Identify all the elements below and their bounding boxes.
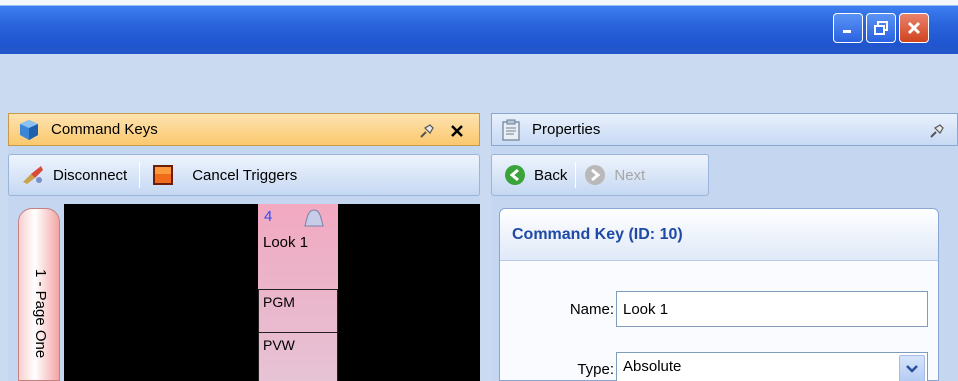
- pin-button[interactable]: [927, 121, 947, 141]
- command-keys-header[interactable]: Command Keys: [8, 113, 480, 146]
- command-key-label: Look 1: [263, 234, 309, 251]
- next-button[interactable]: Next: [580, 160, 649, 190]
- back-arrow-icon: [505, 165, 525, 185]
- toolbar-separator: [575, 162, 577, 188]
- command-keys-toolbar: Disconnect Cancel Triggers: [8, 154, 480, 196]
- disconnect-label: Disconnect: [53, 166, 128, 184]
- page-tab-page-one[interactable]: 1 - Page One: [18, 208, 60, 381]
- next-arrow-icon: [585, 165, 606, 185]
- name-field[interactable]: [616, 291, 928, 327]
- name-label: Name:: [569, 300, 614, 318]
- disconnect-icon: [23, 166, 43, 184]
- clipboard-icon: [502, 119, 520, 141]
- type-field-row: Type: Absolute: [500, 351, 928, 381]
- toolbar-separator: [139, 162, 141, 188]
- name-field-row: Name:: [500, 291, 928, 327]
- restore-icon: [874, 21, 888, 35]
- cube-icon: [20, 119, 38, 140]
- close-panel-button[interactable]: [447, 121, 467, 141]
- command-key-sub-item[interactable]: PVW: [258, 332, 338, 381]
- command-keys-panel: Command Keys Disconnect Cancel Triggers …: [8, 113, 480, 381]
- page-tab-label: 1 - Page One: [32, 269, 49, 359]
- command-key-look-1[interactable]: 4 Look 1 PGM PVW: [258, 204, 338, 381]
- command-key-sub-label: PGM: [263, 294, 295, 310]
- close-icon: [907, 21, 921, 35]
- bell-icon: [304, 209, 324, 227]
- command-key-sub-item[interactable]: PGM: [258, 289, 338, 333]
- close-window-button[interactable]: [899, 13, 929, 43]
- disconnect-button[interactable]: Disconnect: [17, 160, 131, 190]
- cancel-triggers-label: Cancel Triggers: [192, 166, 298, 184]
- command-key-number: 4: [264, 208, 273, 225]
- properties-toolbar: Back Next: [491, 154, 709, 196]
- back-label: Back: [534, 166, 568, 184]
- dropdown-button[interactable]: [899, 355, 925, 381]
- minimize-button[interactable]: [833, 13, 863, 43]
- close-icon: [451, 125, 463, 137]
- type-value: Absolute: [623, 358, 682, 375]
- command-key-sub-label: PVW: [263, 337, 295, 353]
- back-button[interactable]: Back: [500, 160, 571, 190]
- section-title: Command Key (ID: 10): [500, 209, 938, 261]
- command-keys-title: Command Keys: [51, 121, 158, 138]
- properties-title: Properties: [532, 121, 601, 138]
- next-label: Next: [614, 166, 646, 184]
- restore-button[interactable]: [866, 13, 896, 43]
- window-titlebar[interactable]: [0, 0, 958, 54]
- cancel-triggers-button[interactable]: Cancel Triggers: [148, 160, 301, 190]
- properties-header[interactable]: Properties: [491, 113, 958, 146]
- type-label: Type:: [577, 360, 614, 378]
- minimize-icon: [843, 30, 851, 33]
- stop-icon: [153, 165, 174, 185]
- properties-panel: Properties Back Next Command Key (ID: 10…: [491, 113, 958, 381]
- chevron-down-icon: [906, 365, 918, 373]
- type-select[interactable]: Absolute: [616, 352, 928, 381]
- command-key-properties: Command Key (ID: 10) Name: Type: Absolut…: [499, 208, 939, 381]
- pin-button[interactable]: [417, 121, 437, 141]
- pin-icon: [420, 124, 434, 138]
- pin-icon: [930, 124, 944, 138]
